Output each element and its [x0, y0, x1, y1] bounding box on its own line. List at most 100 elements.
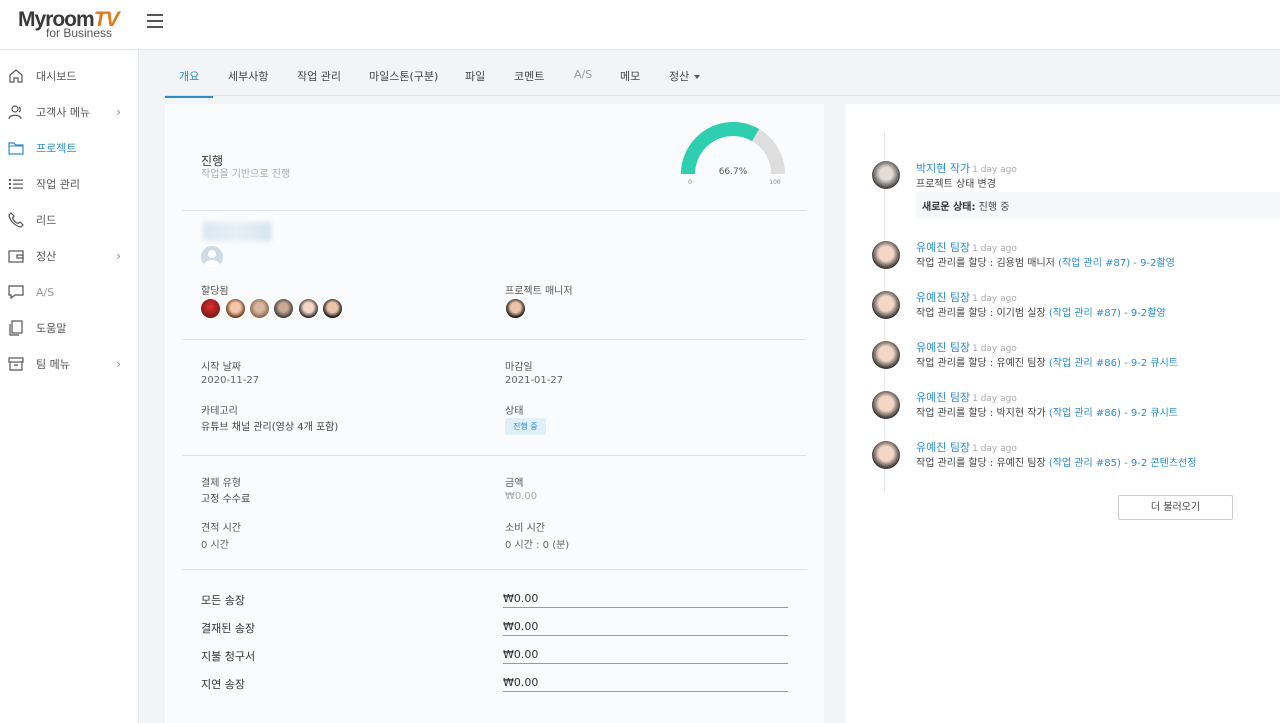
invoice-value: ₩0.00 — [503, 676, 788, 692]
feed-text: 작업 관리를 할당 : 유예진 팀장 — [916, 358, 1046, 369]
feed-author-name[interactable]: 유예진 팀장 — [916, 391, 970, 404]
start-date-label: 시작 날짜 — [201, 362, 241, 373]
feed-author-name[interactable]: 유예진 팀장 — [916, 341, 970, 354]
manager-avatar[interactable] — [505, 298, 526, 319]
task-link[interactable]: (작업 관리 #87) - 9-2촬영 — [1049, 308, 1166, 319]
invoice-value: ₩0.00 — [503, 592, 788, 608]
feed-author-name[interactable]: 유예진 팀장 — [916, 441, 970, 454]
load-more-button[interactable]: 더 불러오기 — [1118, 495, 1233, 520]
divider — [182, 339, 806, 340]
tab-overview[interactable]: 개요 — [165, 68, 214, 98]
feed-author-name[interactable]: 유예진 팀장 — [916, 241, 970, 254]
logo[interactable]: MyroomTV for Business — [18, 8, 122, 42]
feed-author-name[interactable]: 유예진 팀장 — [916, 291, 970, 304]
feed-description: 프로젝트 상태 변경 — [916, 179, 996, 190]
caret-down-icon — [694, 75, 701, 79]
amount-value: ₩0.00 — [505, 491, 538, 502]
invoice-value: ₩0.00 — [503, 620, 788, 636]
tab-details[interactable]: 세부사항 — [228, 68, 268, 96]
tab-milestones[interactable]: 마일스톤(구분) — [369, 68, 438, 96]
gauge-value-label: 66.7% — [719, 167, 748, 177]
tab-tasks[interactable]: 작업 관리 — [297, 68, 341, 96]
sidebar-item-label: A/S — [36, 285, 55, 299]
feed-avatar[interactable] — [872, 441, 900, 469]
home-icon — [8, 68, 24, 84]
invoice-label: 지연 송장 — [201, 678, 245, 691]
sidebar: 대시보드 고객사 메뉴 › 프로젝트 작업 관리 리드 정산 › A/S 도움말… — [0, 50, 139, 723]
task-link[interactable]: (작업 관리 #85) - 9-2 콘텐츠선정 — [1049, 458, 1197, 469]
feed-author-name[interactable]: 박지현 작가 — [916, 162, 970, 175]
feed-author[interactable]: 유예진 팀장 1 day ago — [916, 289, 1017, 305]
sidebar-item-projects[interactable]: 프로젝트 — [0, 130, 139, 166]
divider — [182, 569, 806, 570]
sidebar-item-as[interactable]: A/S — [0, 274, 139, 310]
invoice-label: 모든 송장 — [201, 594, 245, 607]
client-avatar[interactable] — [201, 246, 223, 268]
avatar[interactable] — [200, 298, 221, 319]
spent-time-label: 소비 시간 — [505, 523, 545, 534]
deadline-label: 마감일 — [505, 362, 533, 373]
feed-avatar[interactable] — [872, 241, 900, 269]
divider — [182, 210, 806, 211]
document-icon — [8, 320, 24, 336]
feed-time: 1 day ago — [972, 344, 1017, 354]
sidebar-item-label: 프로젝트 — [36, 142, 77, 155]
deadline-value: 2021-01-27 — [505, 375, 564, 386]
status-label: 상태 — [505, 406, 524, 417]
sidebar-item-leads[interactable]: 리드 — [0, 202, 139, 238]
feed-text: 작업 관리를 할당 : 김용범 매니저 — [916, 258, 1055, 269]
feed-status-label: 새로운 상태: — [922, 202, 976, 213]
sidebar-item-label: 리드 — [36, 214, 57, 227]
invoice-label: 지불 청구서 — [201, 650, 256, 663]
sidebar-item-label: 대시보드 — [36, 70, 77, 83]
task-link[interactable]: (작업 관리 #86) - 9-2 큐시트 — [1049, 408, 1178, 419]
feed-avatar[interactable] — [872, 291, 900, 319]
feed-description: 작업 관리를 할당 : 이기범 실장 (작업 관리 #87) - 9-2촬영 — [916, 304, 1166, 319]
sidebar-item-dashboard[interactable]: 대시보드 — [0, 58, 139, 94]
progress-subtitle: 작업을 기반으로 진행 — [201, 169, 291, 180]
avatar[interactable] — [322, 298, 343, 319]
feed-author[interactable]: 박지현 작가 1 day ago — [916, 160, 1017, 176]
category-label: 카테고리 — [201, 406, 238, 417]
sidebar-item-label: 작업 관리 — [36, 178, 80, 191]
tab-as[interactable]: A/S — [574, 68, 592, 93]
avatar[interactable] — [273, 298, 294, 319]
sidebar-item-help[interactable]: 도움말 — [0, 310, 139, 346]
feed-author[interactable]: 유예진 팀장 1 day ago — [916, 239, 1017, 255]
billing-type-label: 결제 유형 — [201, 478, 241, 489]
feed-author[interactable]: 유예진 팀장 1 day ago — [916, 339, 1017, 355]
feed-time: 1 day ago — [972, 244, 1017, 254]
feed-avatar[interactable] — [872, 391, 900, 419]
sidebar-item-settlement[interactable]: 정산 › — [0, 238, 139, 274]
avatar[interactable] — [298, 298, 319, 319]
tab-comments[interactable]: 코멘트 — [514, 68, 544, 96]
invoice-label: 결재된 송장 — [201, 622, 256, 635]
sidebar-item-label: 도움말 — [36, 322, 67, 335]
spent-time-value: 0 시간 : 0 (분) — [505, 540, 570, 551]
wallet-icon — [8, 248, 24, 264]
tab-settlement[interactable]: 정산 — [669, 68, 701, 96]
feed-time: 1 day ago — [972, 294, 1017, 304]
avatar[interactable] — [249, 298, 270, 319]
sidebar-item-team-menu[interactable]: 팀 메뉴 › — [0, 346, 139, 382]
tab-files[interactable]: 파일 — [465, 68, 485, 96]
sidebar-item-tasks[interactable]: 작업 관리 — [0, 166, 139, 202]
feed-author[interactable]: 유예진 팀장 1 day ago — [916, 389, 1017, 405]
task-link[interactable]: (작업 관리 #86) - 9-2 큐시트 — [1049, 358, 1178, 369]
amount-label: 금액 — [505, 478, 524, 489]
feed-author[interactable]: 유예진 팀장 1 day ago — [916, 439, 1017, 455]
redacted-project-name — [203, 222, 271, 241]
estimated-time-value: 0 시간 — [201, 540, 229, 551]
tab-memo[interactable]: 메모 — [620, 68, 640, 96]
sidebar-item-client-menu[interactable]: 고객사 메뉴 › — [0, 94, 139, 130]
user-group-icon — [8, 104, 24, 120]
feed-text: 작업 관리를 할당 : 이기범 실장 — [916, 308, 1046, 319]
start-date-value: 2020-11-27 — [201, 375, 260, 386]
feed-description: 작업 관리를 할당 : 박지현 작가 (작업 관리 #86) - 9-2 큐시트 — [916, 404, 1178, 419]
feed-avatar[interactable] — [872, 341, 900, 369]
overview-card: 진행 작업을 기반으로 진행 66.7% 0 100 할당됨 프로젝트 매니저 … — [165, 104, 824, 723]
task-link[interactable]: (작업 관리 #87) - 9-2촬영 — [1058, 258, 1175, 269]
avatar[interactable] — [225, 298, 246, 319]
feed-avatar[interactable] — [872, 161, 900, 189]
hamburger-menu-icon[interactable] — [147, 14, 163, 28]
